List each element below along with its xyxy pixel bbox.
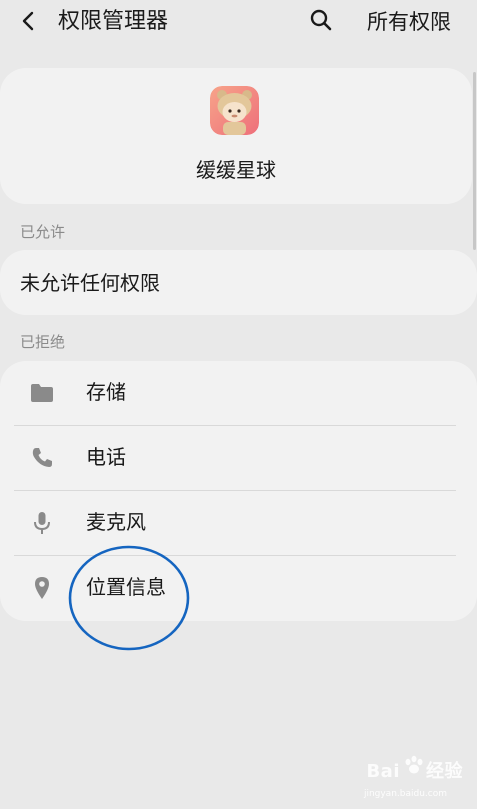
search-icon[interactable]: [308, 7, 334, 33]
watermark-brand: Bai: [366, 761, 400, 782]
permission-label: 存储: [86, 380, 126, 404]
allowed-section-label: 已允许: [20, 223, 66, 241]
denied-section-label: 已拒绝: [20, 333, 66, 351]
permission-row-microphone[interactable]: 麦克风: [0, 491, 477, 555]
app-name: 缓缓星球: [196, 158, 276, 182]
location-pin-icon: [35, 577, 49, 599]
watermark: Bai 经验: [366, 757, 463, 783]
folder-icon: [31, 384, 53, 402]
microphone-icon: [34, 512, 50, 534]
no-allowed-permissions-text: 未允许任何权限: [20, 271, 160, 295]
permission-label: 麦克风: [86, 510, 146, 534]
phone-icon: [32, 448, 52, 467]
watermark-brand-suffix: 经验: [426, 761, 463, 782]
app-icon: [210, 86, 259, 135]
permission-row-location[interactable]: 位置信息: [0, 556, 477, 620]
permission-row-phone[interactable]: 电话: [0, 426, 477, 490]
denied-permissions-card: 存储 电话 麦克风 位置信息: [0, 361, 477, 621]
permission-label: 电话: [86, 445, 126, 469]
permission-label: 位置信息: [86, 575, 166, 599]
chevron-left-icon[interactable]: [16, 8, 42, 34]
page-title: 权限管理器: [58, 9, 169, 34]
app-info-card: 缓缓星球: [0, 68, 472, 204]
scrollbar[interactable]: [473, 72, 476, 250]
all-permissions-button[interactable]: 所有权限: [367, 7, 451, 37]
watermark-url: jingyan.baidu.com: [363, 789, 447, 799]
app-bar: 权限管理器 所有权限: [0, 0, 477, 44]
permission-row-storage[interactable]: 存储: [0, 361, 477, 425]
allowed-permissions-card: 未允许任何权限: [0, 250, 477, 315]
